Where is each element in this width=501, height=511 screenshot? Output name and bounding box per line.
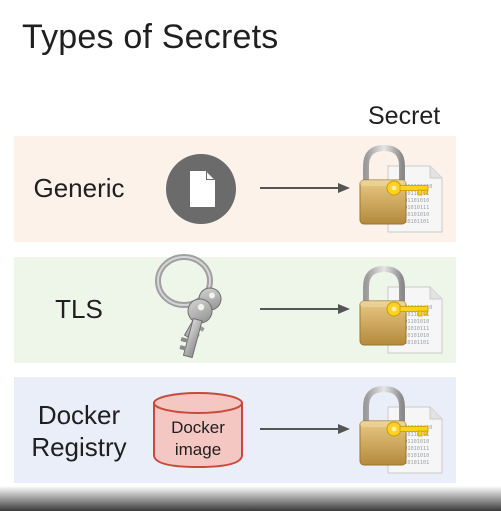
- row-label-docker-registry: Docker Registry: [14, 399, 144, 463]
- arrow-icon: [260, 304, 350, 314]
- document-icon: [166, 154, 236, 224]
- lock-document-icon: [358, 142, 446, 238]
- row-label-generic: Generic: [33, 173, 125, 203]
- video-bottom-shadow: [0, 486, 501, 511]
- row-label-tls: TLS: [55, 294, 103, 324]
- database-label: Docker image: [152, 417, 244, 461]
- row-label-docker-line1: Docker: [37, 400, 121, 430]
- row-label-docker-line2: Registry: [31, 432, 127, 462]
- row-generic: Generic: [14, 136, 456, 242]
- row-docker-registry: Docker Registry Docker image: [14, 377, 456, 483]
- arrow-icon: [260, 424, 350, 434]
- database-label-line1: Docker: [171, 418, 225, 437]
- lock-document-icon: [358, 383, 446, 479]
- arrow-icon: [260, 183, 350, 193]
- database-label-line2: image: [174, 440, 222, 459]
- slide-title: Types of Secrets: [22, 18, 279, 56]
- lock-document-icon: [358, 263, 446, 359]
- row-tls: TLS: [14, 254, 456, 363]
- secret-column-header: Secret: [368, 102, 441, 130]
- keys-icon: [155, 254, 222, 359]
